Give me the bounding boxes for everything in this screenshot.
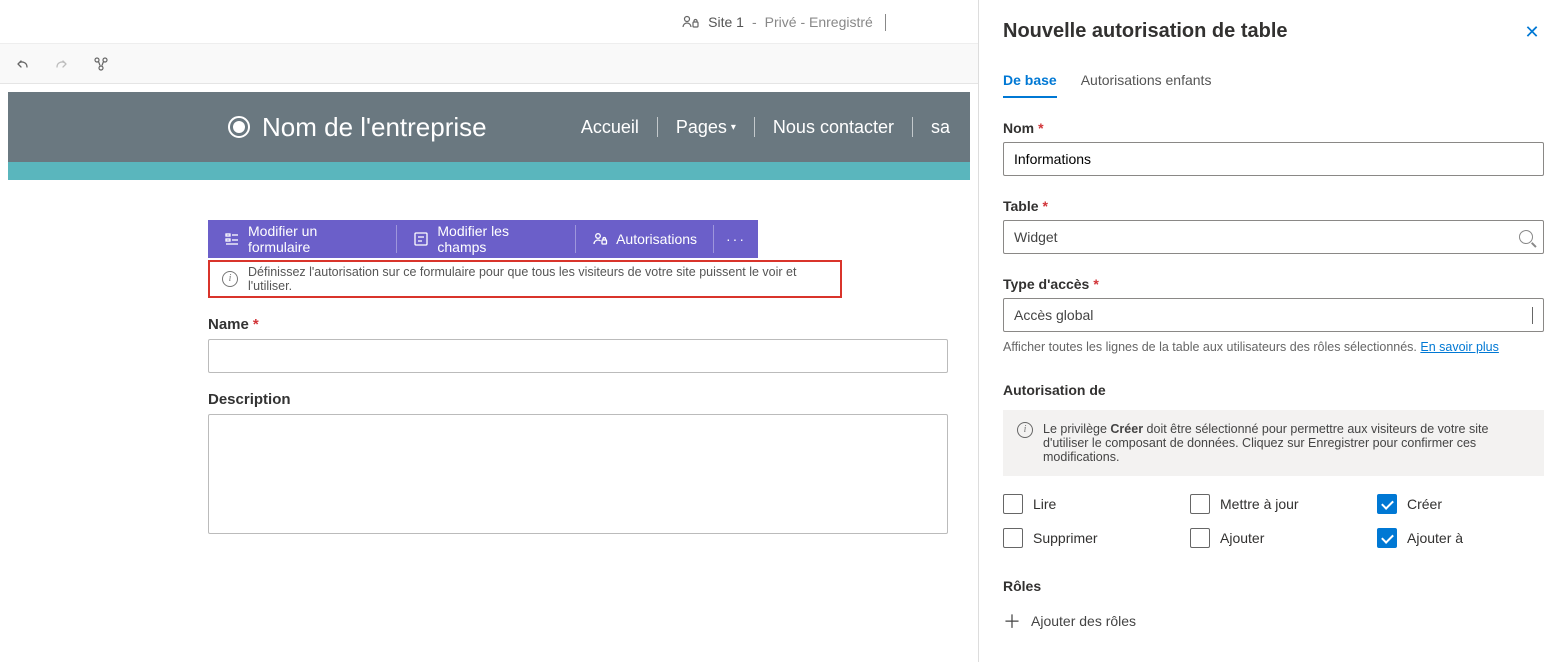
field-name: Name * (208, 316, 970, 373)
people-lock-icon (682, 14, 700, 30)
checkbox-label: Créer (1407, 496, 1442, 512)
info-icon (1017, 422, 1033, 438)
panel-tabs: De base Autorisations enfants (1003, 72, 1544, 98)
form-icon (224, 231, 240, 247)
more-button[interactable]: ··· (714, 220, 758, 258)
access-type-select[interactable]: Accès global (1003, 298, 1544, 332)
learn-more-link[interactable]: En savoir plus (1420, 340, 1499, 354)
info-icon (222, 271, 238, 287)
edit-form-label: Modifier un formulaire (248, 223, 380, 255)
checkbox-box-checked (1377, 494, 1397, 514)
privilege-checkboxes: Lire Mettre à jour Créer Supprimer Ajout… (1003, 494, 1544, 548)
add-roles-label: Ajouter des rôles (1031, 613, 1136, 629)
access-type-label: Type d'accès (1003, 276, 1089, 292)
permission-warning-bar: Définissez l'autorisation sur ce formula… (208, 260, 842, 298)
site-logo: Nom de l'entreprise (228, 112, 487, 143)
permission-name-input[interactable] (1003, 142, 1544, 176)
checkbox-box (1003, 528, 1023, 548)
checkbox-label: Ajouter (1220, 530, 1264, 546)
panel-name-field: Nom * (1003, 120, 1544, 176)
nav-sa[interactable]: sa (931, 117, 950, 138)
info-text-1: Le privilège (1043, 422, 1110, 436)
edit-form-button[interactable]: Modifier un formulaire (208, 220, 396, 258)
access-type-hint: Afficher toutes les lignes de la table a… (1003, 340, 1544, 354)
site-selector[interactable]: Site 1 - Privé - Enregistré (682, 14, 886, 30)
tab-basic[interactable]: De base (1003, 72, 1057, 98)
form-component-toolbar: Modifier un formulaire Modifier les cham… (208, 220, 758, 258)
more-icon: ··· (726, 231, 746, 247)
table-permission-panel: Nouvelle autorisation de table ✕ De base… (978, 0, 1568, 662)
fields-icon (413, 231, 429, 247)
required-asterisk: * (253, 316, 259, 333)
form-fields-area: Name * Description (208, 316, 970, 539)
logo-icon (228, 116, 250, 138)
close-icon: ✕ (1524, 22, 1539, 43)
nav-pages-label: Pages (676, 117, 727, 138)
site-nav: Accueil Pages ▾ Nous contacter sa (581, 117, 950, 138)
checkbox-label: Ajouter à (1407, 530, 1463, 546)
description-field-label: Description (208, 391, 291, 408)
company-name: Nom de l'entreprise (262, 112, 487, 143)
panel-access-type-field: Type d'accès * Accès global Afficher tou… (1003, 276, 1544, 354)
description-field-input[interactable] (208, 414, 948, 534)
checkbox-box (1190, 494, 1210, 514)
edit-fields-button[interactable]: Modifier les champs (397, 220, 575, 258)
name-field-label: Name (208, 316, 249, 333)
edit-fields-label: Modifier les champs (437, 223, 559, 255)
checkbox-label: Lire (1033, 496, 1056, 512)
chevron-down-icon (1532, 307, 1533, 323)
caret-down-icon: ▾ (731, 122, 736, 133)
panel-table-field: Table * Widget (1003, 198, 1544, 254)
tab-child-permissions[interactable]: Autorisations enfants (1081, 72, 1212, 98)
add-roles-button[interactable]: ＋ Ajouter des rôles (1003, 608, 1544, 634)
checkbox-add[interactable]: Ajouter (1190, 528, 1357, 548)
info-text-bold: Créer (1110, 422, 1143, 436)
nav-home[interactable]: Accueil (581, 117, 639, 138)
checkbox-box (1003, 494, 1023, 514)
authorization-section-title: Autorisation de (1003, 382, 1544, 398)
field-description: Description (208, 391, 970, 539)
redo-button[interactable] (52, 54, 72, 74)
page-body: Modifier un formulaire Modifier les cham… (8, 180, 970, 539)
lock-icon (592, 231, 608, 247)
checkbox-box-checked (1377, 528, 1397, 548)
plus-icon: ＋ (1003, 608, 1021, 634)
checkbox-box (1190, 528, 1210, 548)
create-privilege-info: Le privilège Créer doit être sélectionné… (1003, 410, 1544, 476)
name-label: Nom (1003, 120, 1034, 136)
close-panel-button[interactable]: ✕ (1520, 20, 1544, 44)
site-status-label: Privé - Enregistré (765, 14, 873, 30)
undo-button[interactable] (12, 54, 32, 74)
checkbox-label: Supprimer (1033, 530, 1098, 546)
chevron-down-icon (885, 14, 886, 30)
required-asterisk: * (1043, 198, 1048, 214)
search-icon (1519, 230, 1533, 244)
checkbox-label: Mettre à jour (1220, 496, 1299, 512)
checkbox-read[interactable]: Lire (1003, 494, 1170, 514)
checkbox-create[interactable]: Créer (1377, 494, 1544, 514)
nav-pages[interactable]: Pages ▾ (676, 117, 736, 138)
table-value: Widget (1014, 229, 1058, 245)
table-lookup-input[interactable]: Widget (1003, 220, 1544, 254)
nav-contact[interactable]: Nous contacter (773, 117, 894, 138)
warning-text: Définissez l'autorisation sur ce formula… (248, 265, 828, 293)
panel-title: Nouvelle autorisation de table (1003, 20, 1288, 43)
design-canvas: Nom de l'entreprise Accueil Pages ▾ Nous… (0, 84, 978, 662)
name-field-input[interactable] (208, 339, 948, 373)
access-type-value: Accès global (1014, 307, 1093, 323)
checkbox-delete[interactable]: Supprimer (1003, 528, 1170, 548)
checkbox-update[interactable]: Mettre à jour (1190, 494, 1357, 514)
permissions-button[interactable]: Autorisations (576, 220, 713, 258)
site-banner: Nom de l'entreprise Accueil Pages ▾ Nous… (8, 92, 970, 162)
permissions-label: Autorisations (616, 231, 697, 247)
table-label: Table (1003, 198, 1039, 214)
required-asterisk: * (1093, 276, 1098, 292)
components-button[interactable] (92, 54, 112, 74)
roles-section-title: Rôles (1003, 578, 1544, 594)
required-asterisk: * (1038, 120, 1043, 136)
site-name-label: Site 1 (708, 14, 744, 30)
accent-strip (8, 162, 970, 180)
checkbox-addto[interactable]: Ajouter à (1377, 528, 1544, 548)
